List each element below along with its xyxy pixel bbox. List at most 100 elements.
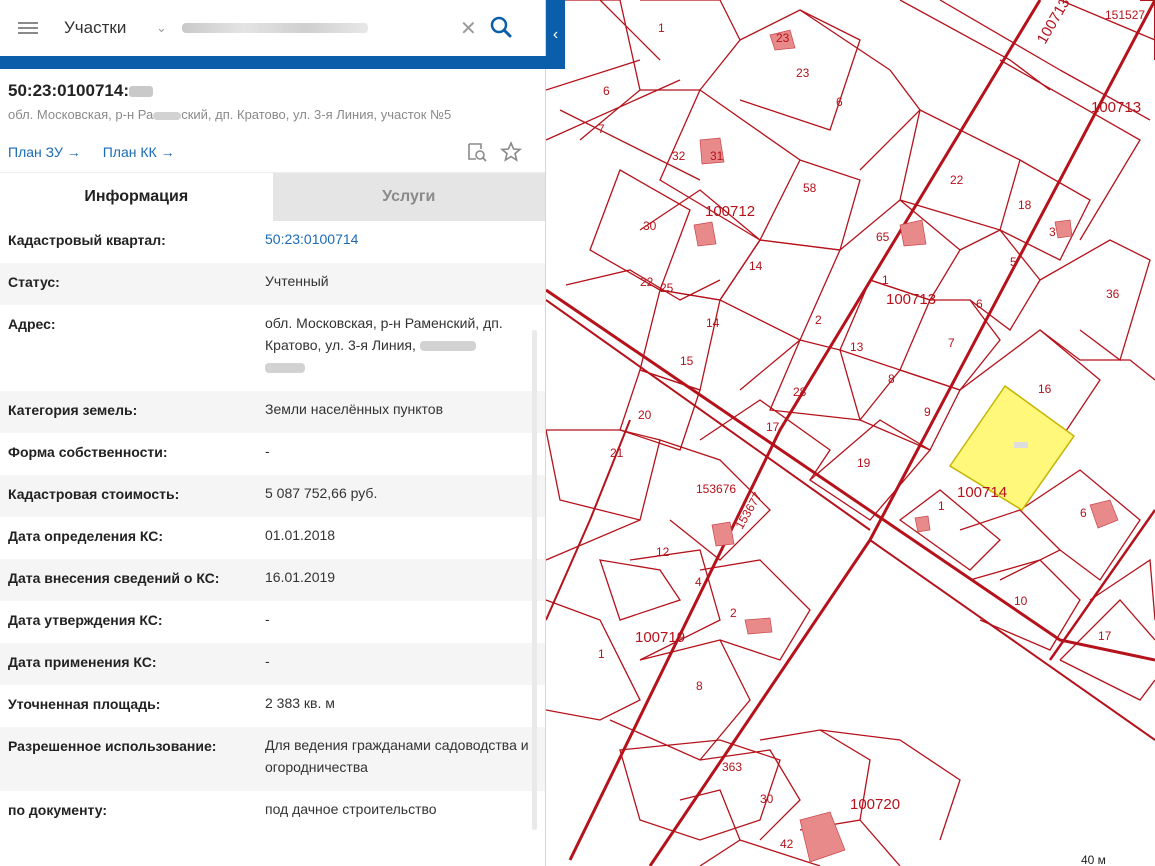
collapse-panel-button[interactable]: ‹ — [546, 0, 565, 69]
table-row: Кадастровый квартал: 50:23:0100714 — [0, 221, 545, 263]
svg-text:31: 31 — [710, 149, 724, 163]
svg-text:17: 17 — [1098, 629, 1112, 643]
svg-text:22: 22 — [640, 275, 654, 289]
table-row: Форма собственности: - — [0, 433, 545, 475]
star-icon[interactable] — [500, 141, 522, 163]
chevron-left-icon: ‹ — [552, 25, 559, 43]
row-value: 5 087 752,66 руб. — [265, 485, 378, 501]
plan-links: План ЗУ → План КК → — [0, 134, 545, 170]
svg-text:12: 12 — [656, 545, 670, 559]
row-label: Форма собственности: — [8, 444, 168, 460]
svg-text:6: 6 — [836, 95, 843, 109]
svg-text:8: 8 — [888, 372, 895, 386]
svg-text:1: 1 — [598, 647, 605, 661]
row-label: Статус: — [8, 274, 60, 290]
svg-text:19: 19 — [857, 456, 871, 470]
svg-text:32: 32 — [672, 149, 686, 163]
svg-text:8: 8 — [696, 679, 703, 693]
svg-text:1: 1 — [882, 273, 889, 287]
table-row: по документу: под дачное строительство — [0, 791, 545, 833]
row-label: Уточненная площадь: — [8, 696, 161, 712]
parcel-header: 50:23:0100714: обл. Московская, р-н Ра ск… — [0, 69, 545, 122]
redacted-text — [265, 363, 305, 374]
svg-text:10: 10 — [1014, 594, 1028, 608]
svg-text:23: 23 — [796, 66, 810, 80]
table-row: Статус: Учтенный — [0, 263, 545, 305]
row-value: Учтенный — [265, 273, 329, 289]
row-label: по документу: — [8, 802, 108, 818]
table-row: Дата применения КС: - — [0, 643, 545, 685]
preview-icon[interactable] — [466, 141, 488, 163]
svg-text:18: 18 — [1018, 198, 1032, 212]
svg-text:5: 5 — [1010, 255, 1017, 269]
svg-text:6: 6 — [603, 84, 610, 98]
row-label: Адрес: — [8, 316, 56, 332]
row-value: - — [265, 653, 270, 669]
row-label: Категория земель: — [8, 402, 138, 418]
cadastral-map[interactable]: 1 23 23 676 32 31 58 22 18 3 65 5 36 14 14 15 162 … — [546, 0, 1155, 866]
search-icon[interactable] — [488, 14, 514, 40]
svg-text:14: 14 — [749, 259, 763, 273]
row-value: обл. Московская, р-н Раменский, дп. Крат… — [265, 301, 530, 391]
table-row: Дата утверждения КС: - — [0, 601, 545, 643]
table-row: Уточненная площадь: 2 383 кв. м — [0, 685, 545, 727]
parcel-address: обл. Московская, р-н Ра ский, дп. Кратово… — [8, 107, 537, 122]
row-label: Кадастровый квартал: — [8, 232, 166, 248]
svg-text:100720: 100720 — [850, 796, 900, 813]
svg-text:22: 22 — [950, 173, 964, 187]
row-label: Дата применения КС: — [8, 654, 157, 670]
cadastral-quarter-link[interactable]: 50:23:0100714 — [265, 217, 530, 263]
search-input[interactable] — [182, 23, 368, 33]
chevron-down-icon[interactable]: ⌄ — [156, 20, 176, 36]
row-value: - — [265, 611, 270, 627]
svg-text:40 м: 40 м — [1081, 853, 1106, 866]
redacted-text — [419, 341, 476, 352]
svg-text:21: 21 — [610, 446, 624, 460]
svg-text:100713: 100713 — [886, 291, 936, 308]
scrollbar[interactable] — [532, 330, 537, 830]
address-part: ский, дп. Кратово, ул. 3-я Линия, участо… — [181, 107, 452, 122]
svg-text:1: 1 — [938, 499, 945, 513]
svg-text:2: 2 — [815, 313, 822, 327]
svg-text:363: 363 — [722, 760, 742, 774]
info-panel: Участки ⌄ ✕ 50:23:0100714: обл. Московск… — [0, 0, 565, 866]
svg-text:25: 25 — [660, 281, 674, 295]
table-row: Категория земель: Земли населённых пункт… — [0, 391, 545, 433]
svg-text:1: 1 — [658, 21, 665, 35]
row-value: - — [265, 443, 270, 459]
svg-text:58: 58 — [803, 181, 817, 195]
tab-information[interactable]: Информация — [0, 173, 273, 221]
table-row: Разрешенное использование: Для ведения г… — [0, 727, 545, 791]
table-row: Адрес: обл. Московская, р-н Раменский, д… — [0, 305, 545, 391]
plan-zu-link[interactable]: План ЗУ → — [8, 144, 81, 160]
svg-text:16: 16 — [1038, 382, 1052, 396]
parcel-title: 50:23:0100714: — [8, 81, 537, 101]
svg-text:9: 9 — [924, 405, 931, 419]
redacted-text — [128, 86, 153, 98]
tab-services[interactable]: Услуги — [272, 173, 545, 221]
svg-text:153677: 153677 — [732, 490, 764, 532]
svg-text:30: 30 — [760, 792, 774, 806]
svg-text:14: 14 — [706, 316, 720, 330]
svg-text:6: 6 — [976, 297, 983, 311]
header-accent-bar — [0, 56, 565, 69]
redacted-text — [153, 111, 182, 120]
svg-text:65: 65 — [876, 230, 890, 244]
info-table: Кадастровый квартал: 50:23:0100714 Стату… — [0, 221, 545, 833]
search-type-select[interactable]: Участки — [56, 18, 156, 38]
svg-text:7: 7 — [598, 122, 605, 136]
clear-icon[interactable]: ✕ — [460, 16, 477, 41]
table-row: Кадастровая стоимость: 5 087 752,66 руб. — [0, 475, 545, 517]
panel-tabs: Информация Услуги — [0, 172, 545, 221]
map-canvas[interactable]: 12323 676 32 3158 22183 65536 141415 162 … — [546, 0, 1155, 866]
plan-kk-link[interactable]: План КК → — [103, 144, 175, 160]
row-label: Дата определения КС: — [8, 528, 164, 544]
menu-icon[interactable] — [0, 0, 56, 56]
svg-text:20: 20 — [638, 408, 652, 422]
svg-text:100712: 100712 — [705, 203, 755, 220]
svg-text:7: 7 — [948, 336, 955, 350]
svg-text:28: 28 — [793, 385, 807, 399]
svg-text:30: 30 — [643, 219, 657, 233]
cadastral-number: 50:23:0100714: — [8, 81, 129, 100]
table-row: Дата внесения сведений о КС: 16.01.2019 — [0, 559, 545, 601]
